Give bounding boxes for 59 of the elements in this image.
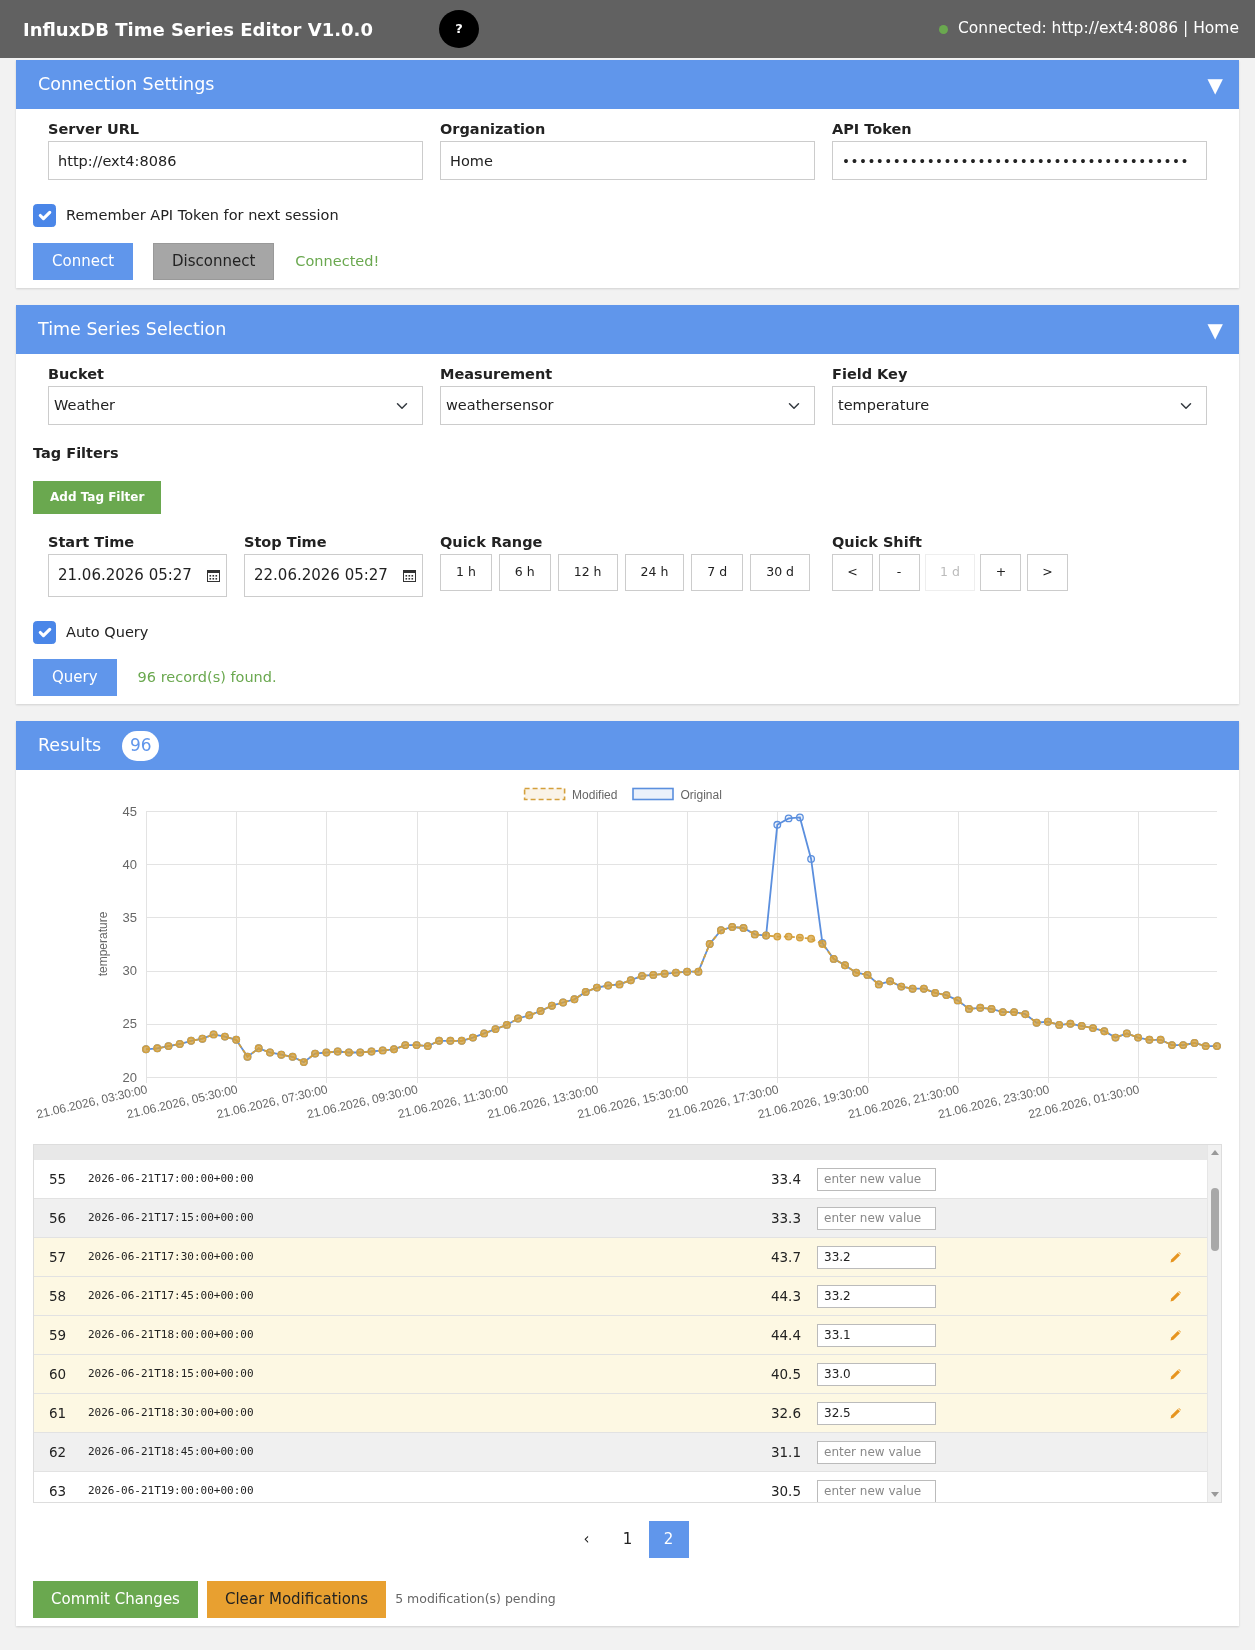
y-tick-label: 40 [122,856,137,872]
field-label: Measurement [440,365,554,384]
field-label: Organization [440,120,547,139]
field-label: Start Time [48,533,136,552]
row-number: 58 [48,1286,68,1306]
status-message: Connected! [295,251,380,271]
timestamp-cell-text: 2026-06-21T17:30:00+00:00 [88,1248,255,1265]
checkbox-label: Remember API Token for next session [66,205,339,225]
timestamp-cell-text: 2026-06-21T19:00:00+00:00 [88,1482,255,1499]
y-tick-label: 35 [122,909,137,925]
value-cell-text: 30.5 [769,1481,801,1501]
row-number: 59 [48,1325,68,1345]
value-cell-text: 40.5 [769,1364,801,1384]
connection-status: Connected: http://ext4:8086 | Home [958,18,1239,40]
row-number: 56 [48,1208,68,1228]
status-message: 96 record(s) found. [137,667,277,687]
row-number: 62 [48,1442,68,1462]
value-cell-text: 44.3 [769,1286,801,1306]
y-tick-label: 20 [122,1069,137,1085]
panel-title: Time Series Selection [38,318,227,342]
row-number: 55 [48,1169,68,1189]
row-number: 61 [48,1403,68,1423]
legend-label: Modified [572,787,618,802]
axis-title: temperature [96,911,110,977]
timestamp-cell-text: 2026-06-21T17:45:00+00:00 [88,1287,255,1304]
count-badge: 96 [122,730,160,761]
y-tick-label: 25 [122,1016,137,1032]
field-label: Quick Range [440,533,544,552]
shift-button: 1 d [925,554,975,591]
field-label: API Token [832,120,913,139]
timestamp-cell-text: 2026-06-21T17:00:00+00:00 [88,1170,255,1187]
timestamp-cell-text: 2026-06-21T18:15:00+00:00 [88,1365,255,1382]
value-cell-text: 33.4 [769,1169,801,1189]
field-label: Field Key [832,365,909,384]
timestamp-cell-text: 2026-06-21T18:45:00+00:00 [88,1443,255,1460]
value-cell-text: 44.4 [769,1325,801,1345]
value-cell-text: 43.7 [769,1247,801,1267]
timestamp-cell-text: 2026-06-21T18:00:00+00:00 [88,1326,255,1343]
row-number: 63 [48,1481,68,1501]
field-label: Quick Shift [832,533,923,552]
checkbox-label: Auto Query [66,622,149,642]
field-label: Bucket [48,365,105,384]
y-tick-label: 45 [122,803,137,819]
value-cell-text: 32.6 [769,1403,801,1423]
pending-count: 5 modification(s) pending [395,1590,556,1609]
value-cell-text: 31.1 [769,1442,801,1462]
y-tick-label: 30 [122,963,137,979]
field-label: Stop Time [244,533,328,552]
section-label: Tag Filters [33,444,120,463]
field-label: Server URL [48,120,141,139]
row-number: 57 [48,1247,68,1267]
timestamp-cell-text: 2026-06-21T17:15:00+00:00 [88,1209,255,1226]
app-title: InfluxDB Time Series Editor V1.0.0 [23,17,373,42]
panel-title: Results [38,734,102,758]
panel-title: Connection Settings [38,73,215,97]
timestamp-cell-text: 2026-06-21T18:30:00+00:00 [88,1404,255,1421]
legend-label: Original [680,787,722,802]
value-cell-text: 33.3 [769,1208,801,1228]
row-number: 60 [48,1364,68,1384]
